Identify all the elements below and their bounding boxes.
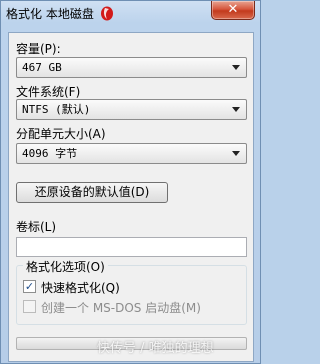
chevron-down-icon bbox=[232, 107, 240, 112]
drive-logo-icon bbox=[101, 6, 113, 21]
chevron-down-icon bbox=[232, 151, 240, 156]
file-system-value: NTFS (默认) bbox=[22, 103, 91, 116]
ms-dos-disk-label: 创建一个 MS-DOS 启动盘(M) bbox=[41, 301, 201, 315]
capacity-label: 容量(P): bbox=[16, 42, 61, 56]
allocation-value: 4096 字节 bbox=[22, 147, 78, 160]
watermark-text: 快传号 / 唯独的理想 bbox=[97, 341, 214, 356]
file-system-label: 文件系统(F) bbox=[16, 85, 81, 99]
file-system-dropdown[interactable]: NTFS (默认) bbox=[16, 99, 247, 120]
allocation-dropdown[interactable]: 4096 字节 bbox=[16, 143, 247, 164]
volume-label-input[interactable] bbox=[16, 237, 247, 257]
restore-defaults-button[interactable]: 还原设备的默认值(D) bbox=[16, 182, 168, 203]
capacity-value: 467 GB bbox=[22, 61, 62, 74]
ms-dos-disk-checkbox bbox=[23, 300, 36, 313]
close-button[interactable]: ✕ bbox=[211, 1, 255, 20]
format-options-legend: 格式化选项(O) bbox=[23, 258, 108, 275]
dialog-body: 容量(P): 467 GB 文件系统(F) NTFS (默认) 分配单元大小(A… bbox=[8, 32, 254, 362]
volume-label-label: 卷标(L) bbox=[16, 220, 57, 234]
format-dialog-window: 格式化 本地磁盘 ✕ 容量(P): 467 GB 文件系统(F) NTFS (默… bbox=[0, 0, 261, 364]
quick-format-checkbox[interactable]: ✓ bbox=[23, 280, 36, 293]
format-options-group: 格式化选项(O) ✓ 快速格式化(Q) 创建一个 MS-DOS 启动盘(M) bbox=[16, 258, 247, 325]
title-bar[interactable]: 格式化 本地磁盘 ✕ bbox=[1, 1, 260, 25]
window-title: 格式化 本地磁盘 bbox=[6, 7, 94, 21]
capacity-dropdown[interactable]: 467 GB bbox=[16, 57, 247, 78]
chevron-down-icon bbox=[232, 65, 240, 70]
allocation-label: 分配单元大小(A) bbox=[16, 127, 106, 141]
quick-format-label: 快速格式化(Q) bbox=[41, 281, 120, 295]
